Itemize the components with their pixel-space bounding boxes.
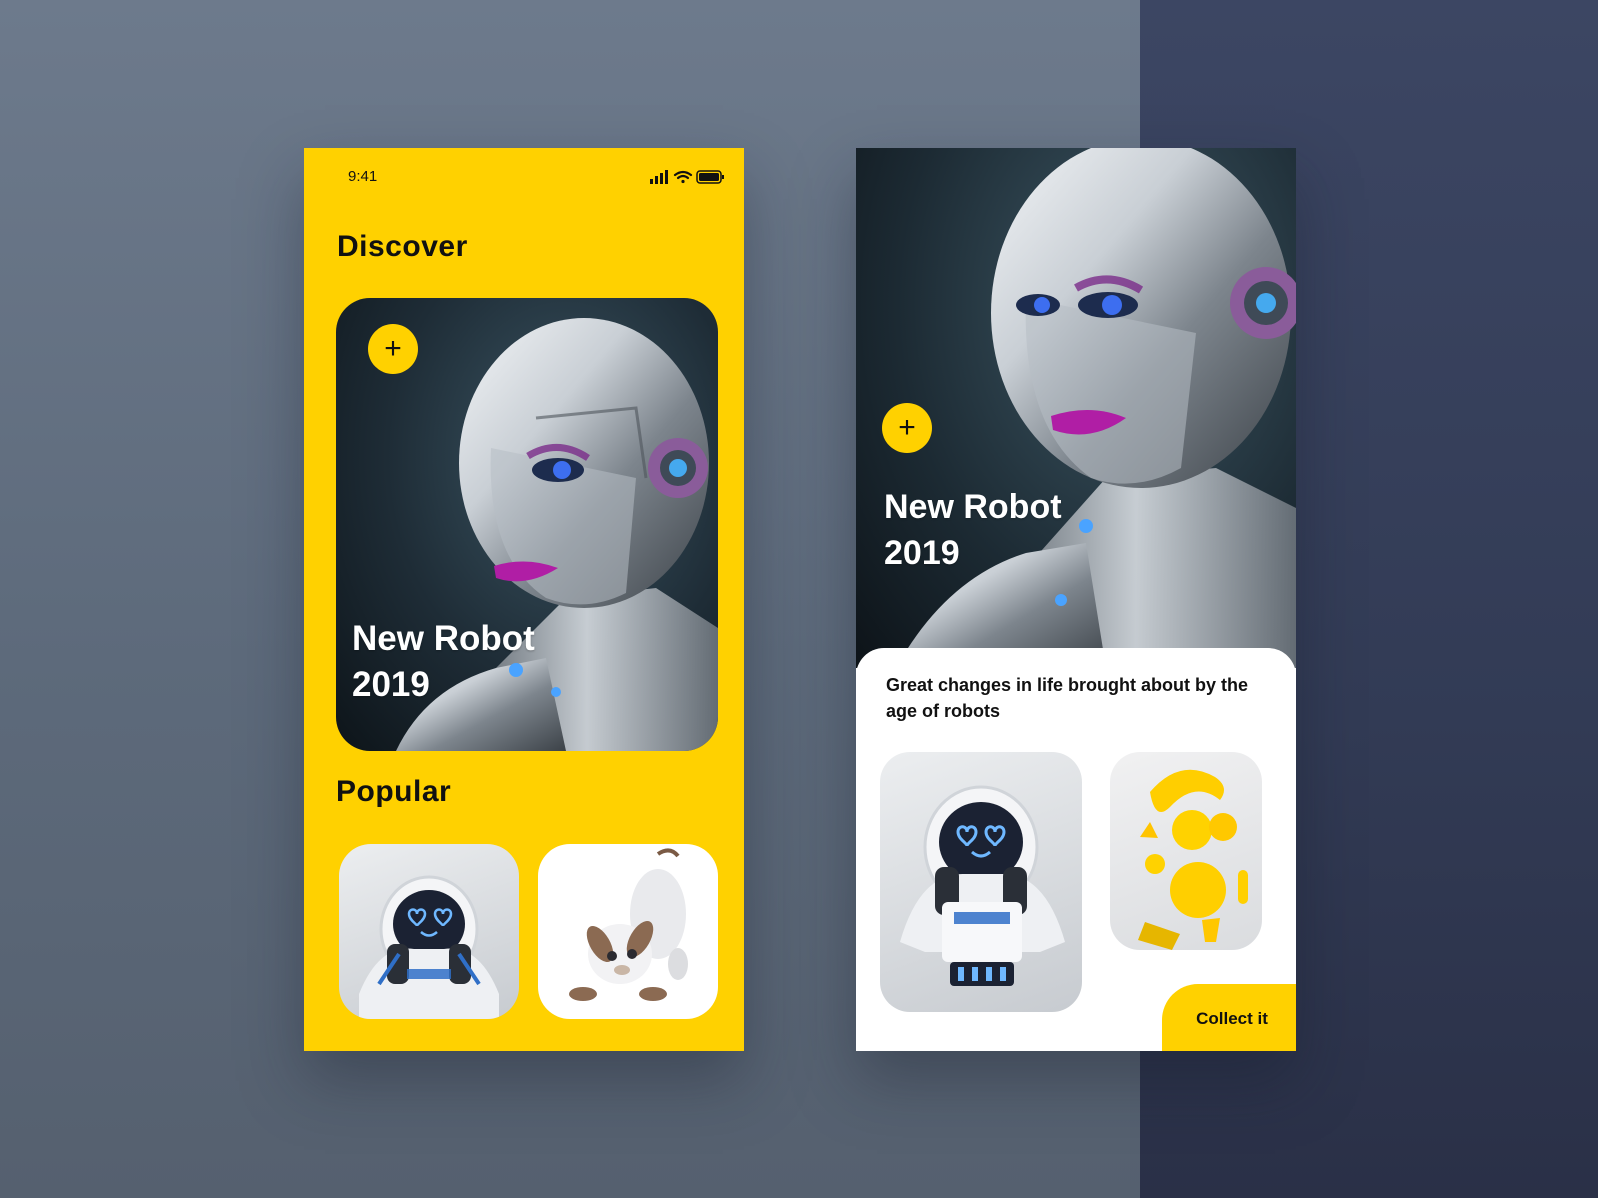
popular-item-robot-dog[interactable] (538, 844, 718, 1019)
featured-robot-card[interactable]: + New Robot 2019 (336, 298, 718, 751)
status-bar: 9:41 (344, 168, 724, 188)
detail-title-line2: 2019 (884, 534, 960, 572)
status-time: 9:41 (348, 168, 378, 185)
service-robot-large-image (900, 785, 1065, 986)
wifi-icon (673, 170, 693, 184)
detail-hero: + New Robot 2019 (856, 148, 1296, 668)
robot-detail-screen: + New Robot 2019 Great changes in life b… (856, 148, 1296, 1051)
hero-title-line2: 2019 (352, 665, 430, 704)
service-robot-image (359, 875, 499, 1019)
discover-screen: 9:41 Discover + New Robot 2019 Popular (304, 148, 744, 1051)
battery-icon (696, 170, 724, 184)
signal-icon (650, 170, 668, 184)
add-button[interactable]: + (368, 324, 418, 374)
gallery-item-yellow-shapes[interactable] (1110, 752, 1262, 950)
detail-description: Great changes in life brought about by t… (886, 675, 1249, 721)
detail-title-line1: New Robot (884, 488, 1062, 526)
discover-title: Discover (337, 230, 468, 263)
collect-button[interactable]: Collect it (1162, 984, 1296, 1051)
popular-item-service-robot[interactable] (339, 844, 519, 1019)
add-button[interactable]: + (882, 403, 932, 453)
robot-dog-image (569, 848, 688, 1001)
popular-title: Popular (336, 775, 452, 808)
gallery-item-service-robot[interactable] (880, 752, 1082, 1012)
status-icons (650, 170, 724, 184)
yellow-shapes-image (1138, 769, 1248, 950)
hero-title-line1: New Robot (352, 619, 535, 658)
